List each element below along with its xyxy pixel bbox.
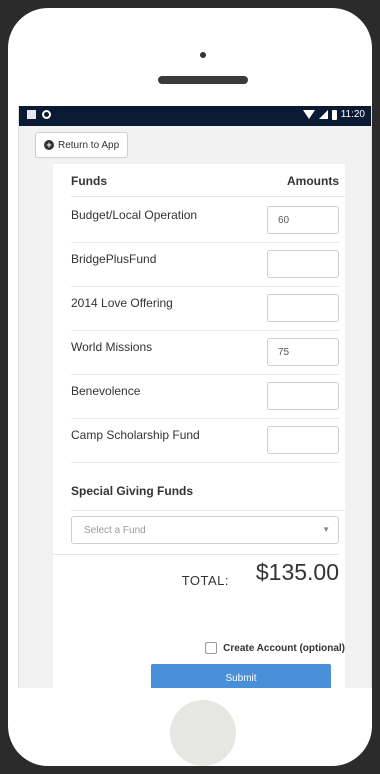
select-placeholder: Select a Fund — [84, 525, 146, 536]
camera-dot — [200, 52, 206, 58]
app-screen: 11:20 + Return to App Funds Amounts Budg… — [18, 106, 372, 688]
chevron-down-icon: ▼ — [322, 525, 330, 534]
fund-amount-input[interactable] — [267, 426, 339, 454]
fund-amount-input[interactable] — [267, 250, 339, 278]
giving-form: Funds Amounts Budget/Local Operation Bri… — [53, 164, 345, 688]
special-giving-title: Special Giving Funds — [71, 484, 194, 498]
fund-row: Budget/Local Operation — [71, 198, 339, 243]
create-account-checkbox[interactable] — [205, 642, 218, 654]
fund-amount-input[interactable] — [267, 338, 339, 366]
create-account-row: Create Account (optional) — [205, 642, 345, 654]
settings-icon — [42, 110, 51, 119]
fund-row: BridgePlusFund — [71, 242, 339, 287]
fund-row: Camp Scholarship Fund — [71, 418, 339, 463]
battery-icon — [331, 109, 337, 120]
total-row: TOTAL: $135.00 — [53, 554, 339, 601]
fund-amount-input[interactable] — [267, 206, 339, 234]
create-account-label: Create Account (optional) — [223, 642, 345, 654]
fund-label: BridgePlusFund — [71, 252, 157, 266]
fund-label: Benevolence — [71, 384, 141, 398]
fund-row: Benevolence — [71, 374, 339, 419]
home-button[interactable] — [170, 700, 236, 766]
fund-label: 2014 Love Offering — [71, 296, 173, 310]
plus-circle-icon: + — [44, 140, 54, 150]
fund-amount-input[interactable] — [267, 382, 339, 410]
divider — [71, 510, 345, 511]
header-amounts: Amounts — [287, 174, 339, 188]
fund-label: Budget/Local Operation — [71, 208, 198, 222]
fund-row: 2014 Love Offering — [71, 286, 339, 331]
fund-amount-input[interactable] — [267, 294, 339, 322]
signal-icon — [318, 110, 328, 119]
special-fund-select[interactable]: Select a Fund ▼ — [71, 516, 339, 544]
return-to-app-button[interactable]: + Return to App — [35, 132, 129, 158]
notification-icon — [27, 110, 36, 119]
header-funds: Funds — [71, 174, 107, 188]
fund-label: Camp Scholarship Fund — [71, 428, 200, 442]
total-value: $135.00 — [255, 559, 339, 585]
fund-label: World Missions — [71, 340, 153, 354]
fund-table-header: Funds Amounts — [71, 174, 339, 196]
status-bar: 11:20 — [19, 106, 371, 126]
divider — [71, 196, 345, 197]
speaker-grille — [158, 76, 248, 84]
submit-button[interactable]: Submit — [151, 664, 331, 688]
return-label: Return to App — [58, 139, 120, 151]
status-time: 11:20 — [340, 109, 365, 120]
total-label: TOTAL: — [181, 573, 229, 588]
fund-row: World Missions — [71, 330, 339, 375]
wifi-icon — [302, 110, 315, 119]
